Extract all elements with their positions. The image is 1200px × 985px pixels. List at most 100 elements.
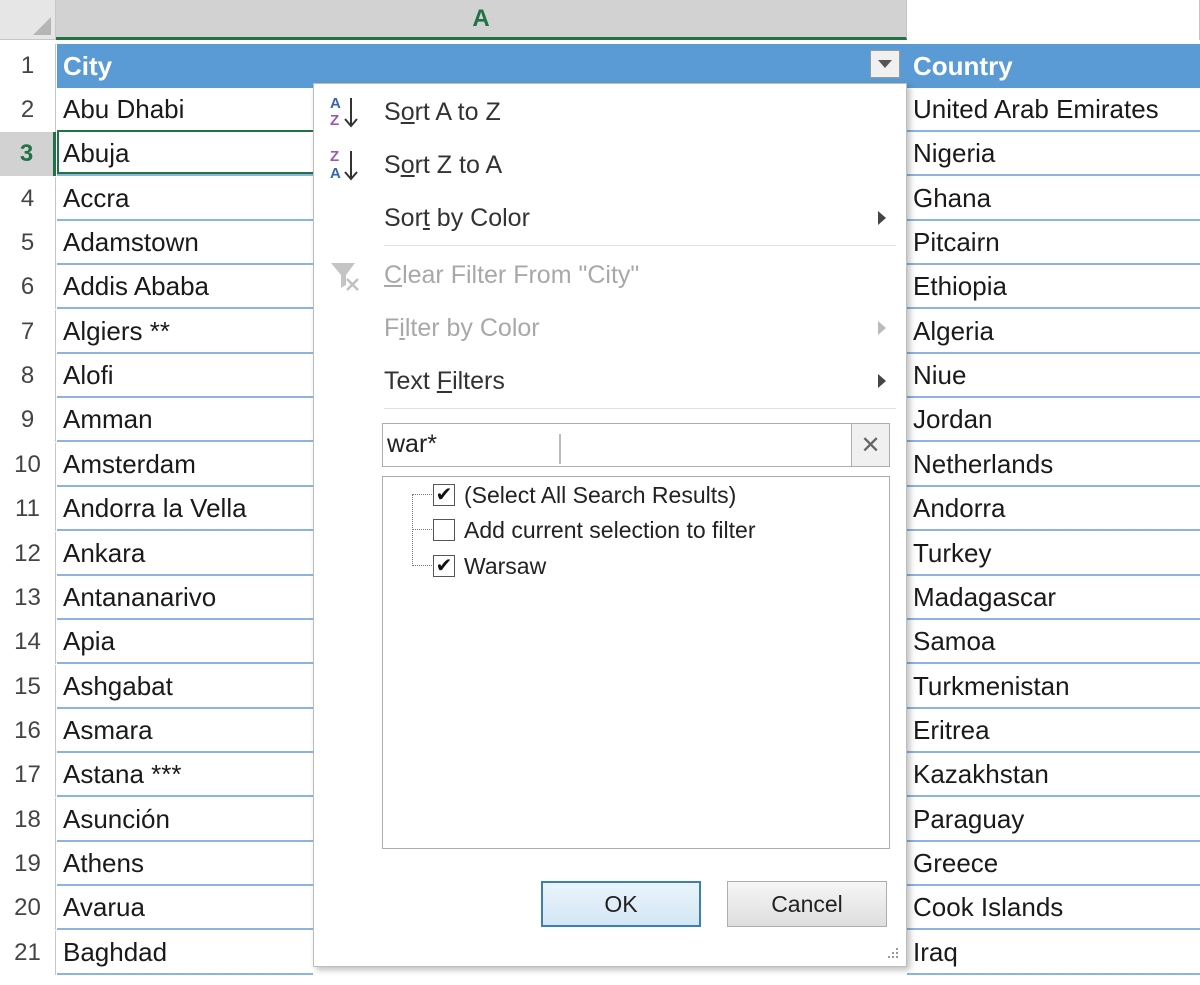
resize-grip-icon[interactable] <box>884 944 900 960</box>
column-header-a[interactable]: A <box>56 0 907 40</box>
menu-text-filters[interactable]: Text Filters <box>314 357 906 405</box>
row-header[interactable]: 5 <box>0 221 56 265</box>
city-cell[interactable]: Antananarivo <box>57 576 313 620</box>
clear-search-button[interactable]: ✕ <box>851 424 889 466</box>
warsaw-item[interactable]: ✔ Warsaw <box>433 550 546 582</box>
filter-values-list: ✔ (Select All Search Results) Add curren… <box>382 476 890 849</box>
country-cell[interactable]: Cook Islands <box>907 886 1200 930</box>
country-cell[interactable]: Iraq <box>907 931 1200 975</box>
row-header[interactable]: 4 <box>0 177 56 221</box>
cancel-button[interactable]: Cancel <box>727 881 887 927</box>
row-header[interactable]: 18 <box>0 798 56 842</box>
country-cell[interactable]: Niue <box>907 354 1200 398</box>
country-cell[interactable]: Greece <box>907 842 1200 886</box>
list-item-label: (Select All Search Results) <box>464 481 737 508</box>
menu-clear-filter: Clear Filter From "City" <box>314 251 906 299</box>
clear-filter-icon <box>331 263 359 291</box>
row-header[interactable]: 6 <box>0 265 56 309</box>
row-header[interactable]: 11 <box>0 487 56 531</box>
row-header[interactable]: 10 <box>0 443 56 487</box>
country-cell[interactable]: Nigeria <box>907 132 1200 176</box>
ok-button[interactable]: OK <box>541 881 701 927</box>
row-header[interactable]: 15 <box>0 665 56 709</box>
row-header[interactable]: 8 <box>0 354 56 398</box>
column-header-b[interactable] <box>907 0 1200 40</box>
country-cell[interactable]: Turkey <box>907 532 1200 576</box>
country-cell[interactable]: Madagascar <box>907 576 1200 620</box>
country-cell[interactable]: Eritrea <box>907 709 1200 753</box>
row-header[interactable]: 12 <box>0 532 56 576</box>
city-cell[interactable]: Adamstown <box>57 221 313 265</box>
submenu-arrow-icon <box>878 374 886 388</box>
city-cell[interactable]: Algiers ** <box>57 310 313 354</box>
city-cell[interactable]: Ankara <box>57 532 313 576</box>
menu-text-filters-label: Text Filters <box>384 366 505 395</box>
menu-sort-a-to-z[interactable]: A Z Sort A to Z <box>314 88 906 136</box>
row-header[interactable]: 9 <box>0 398 56 442</box>
country-cell[interactable]: Ghana <box>907 177 1200 221</box>
city-cell[interactable]: Apia <box>57 620 313 664</box>
add-current-selection-item[interactable]: Add current selection to filter <box>433 514 755 546</box>
checkbox[interactable]: ✔ <box>433 555 455 577</box>
dropdown-arrow-icon <box>878 60 892 68</box>
country-cell[interactable]: Samoa <box>907 620 1200 664</box>
city-cell[interactable]: Astana *** <box>57 753 313 797</box>
country-cell[interactable]: Kazakhstan <box>907 753 1200 797</box>
country-header-cell[interactable]: Country <box>907 44 1200 88</box>
row-header[interactable]: 1 <box>0 44 56 88</box>
svg-text:Z: Z <box>330 148 339 165</box>
menu-filter-by-color: Filter by Color <box>314 304 906 352</box>
row-header[interactable]: 14 <box>0 620 56 664</box>
country-cell[interactable]: Netherlands <box>907 443 1200 487</box>
country-cell[interactable]: Jordan <box>907 398 1200 442</box>
country-cell[interactable]: Turkmenistan <box>907 665 1200 709</box>
select-all-search-results-item[interactable]: ✔ (Select All Search Results) <box>433 479 736 511</box>
menu-sort-a-to-z-label: Sort A to Z <box>384 97 501 126</box>
row-header[interactable]: 16 <box>0 709 56 753</box>
row-header[interactable]: 3 <box>0 132 56 176</box>
row-header[interactable]: 2 <box>0 88 56 132</box>
city-cell[interactable]: Amman <box>57 398 313 442</box>
city-cell[interactable]: Amsterdam <box>57 443 313 487</box>
country-cell[interactable]: Ethiopia <box>907 265 1200 309</box>
row-header[interactable]: 19 <box>0 842 56 886</box>
city-cell[interactable]: Baghdad <box>57 931 313 975</box>
city-cell[interactable]: Abu Dhabi <box>57 88 313 132</box>
country-cell[interactable]: Pitcairn <box>907 221 1200 265</box>
tree-line <box>412 494 413 566</box>
row-header[interactable]: 20 <box>0 886 56 930</box>
menu-sort-by-color-label: Sort by Color <box>384 203 530 232</box>
city-cell[interactable]: Andorra la Vella <box>57 487 313 531</box>
menu-sort-z-to-a[interactable]: Z A Sort Z to A <box>314 141 906 189</box>
country-cell[interactable]: Andorra <box>907 487 1200 531</box>
city-cell[interactable]: Abuja <box>57 132 313 176</box>
row-header[interactable]: 17 <box>0 753 56 797</box>
menu-clear-filter-label: Clear Filter From "City" <box>384 260 640 289</box>
row-header[interactable]: 7 <box>0 310 56 354</box>
city-cell[interactable]: Asunción <box>57 798 313 842</box>
row-header[interactable]: 13 <box>0 576 56 620</box>
row-header[interactable]: 21 <box>0 931 56 975</box>
country-cell[interactable]: Algeria <box>907 310 1200 354</box>
city-cell[interactable]: Accra <box>57 177 313 221</box>
sort-ascending-icon: A Z <box>330 95 358 129</box>
city-cell[interactable]: Asmara <box>57 709 313 753</box>
select-all-corner[interactable] <box>0 0 56 40</box>
checkbox[interactable] <box>433 519 455 541</box>
checkbox[interactable]: ✔ <box>433 484 455 506</box>
city-cell[interactable]: Addis Ababa <box>57 265 313 309</box>
city-filter-dropdown-button[interactable] <box>870 50 900 78</box>
filter-search-input[interactable]: war* ✕ <box>382 423 890 467</box>
menu-sort-by-color[interactable]: Sort by Color <box>314 194 906 242</box>
submenu-arrow-icon <box>878 211 886 225</box>
tree-line <box>412 529 432 530</box>
city-cell[interactable]: Alofi <box>57 354 313 398</box>
city-cell[interactable]: Avarua <box>57 886 313 930</box>
country-cell[interactable]: Paraguay <box>907 798 1200 842</box>
country-cell[interactable]: United Arab Emirates <box>907 88 1200 132</box>
city-cell[interactable]: Athens <box>57 842 313 886</box>
text-cursor-icon <box>559 434 561 464</box>
city-cell[interactable]: Ashgabat <box>57 665 313 709</box>
sort-descending-icon: Z A <box>330 148 358 182</box>
city-header-cell[interactable]: City <box>57 44 907 88</box>
